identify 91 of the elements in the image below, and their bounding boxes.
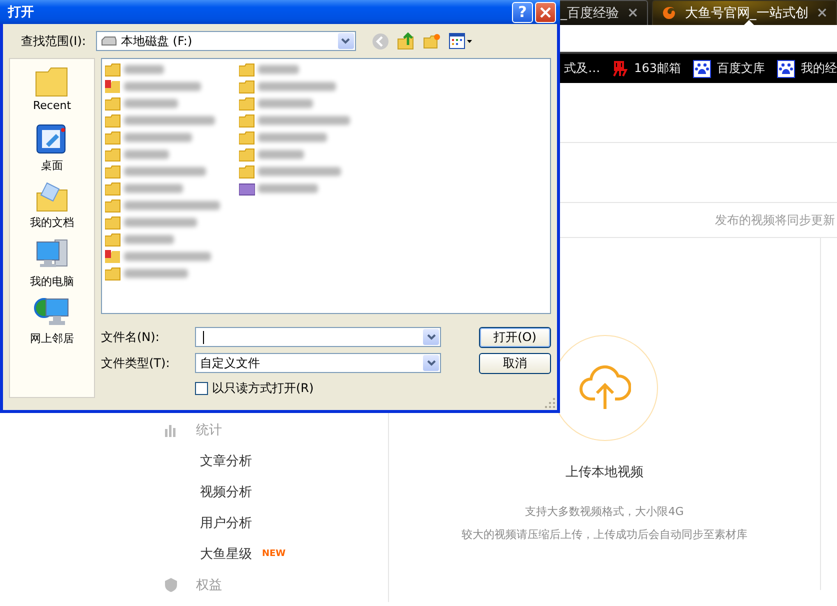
dialog-title: 打开 (8, 4, 35, 21)
sidebar-link[interactable]: 大鱼星级 (200, 544, 252, 562)
image-file-icon (105, 80, 121, 94)
back-icon[interactable] (372, 32, 389, 50)
folder-icon (105, 164, 121, 178)
resize-grip-icon[interactable] (545, 398, 555, 408)
tab-close-button[interactable]: × (627, 5, 639, 21)
dialog-button[interactable]: 打开(O) (479, 326, 551, 348)
desktop-icon (36, 124, 68, 156)
site-logo-icon (660, 5, 677, 21)
file-type-label: 文件类型(T): (101, 354, 171, 372)
help-button[interactable]: ? (512, 2, 533, 22)
bar-chart-icon (164, 422, 178, 436)
sidebar-link[interactable]: 文章分析 (200, 452, 252, 470)
blurred-file-name (258, 133, 327, 142)
blurred-file-name (124, 99, 178, 108)
new-tag: NEW (262, 548, 286, 558)
blurred-file-name (258, 150, 304, 159)
tab-title: 大鱼号官网_一站式创 (684, 5, 808, 22)
bookmark-link[interactable]: 式及… (564, 60, 600, 77)
folder-icon (105, 96, 121, 110)
mail-logo-icon (612, 60, 628, 78)
folder-icon (105, 266, 121, 280)
drive-icon (100, 36, 117, 46)
blurred-file-name (124, 133, 192, 142)
file-name-field[interactable] (195, 327, 441, 347)
blurred-file-name (124, 235, 174, 244)
folder-icon (105, 216, 121, 230)
section-heading: 统计 (196, 422, 222, 438)
folder-icon (239, 80, 255, 94)
look-in-label: 查找范围(I): (21, 32, 86, 50)
look-in-dropdown[interactable]: 本地磁盘 (F:) (96, 31, 356, 51)
media-file-icon (239, 182, 255, 196)
paw-logo-icon (777, 60, 795, 78)
folder-icon (105, 130, 121, 144)
bookmark-link[interactable]: 百度文库 (717, 60, 765, 77)
folder-icon (105, 232, 121, 246)
bookmark-link[interactable]: 163邮箱 (634, 60, 681, 77)
sidebar-link[interactable]: 视频分析 (200, 482, 252, 500)
tab-close-button[interactable]: × (816, 5, 828, 21)
folder-icon (105, 198, 121, 212)
places-bar-item[interactable]: 桌面 (36, 124, 68, 181)
blurred-file-name (124, 150, 169, 159)
file-name-label: 文件名(N): (101, 328, 160, 346)
readonly-label: 以只读方式打开(R) (212, 380, 314, 396)
places-bar-item[interactable]: Recent (32, 67, 72, 124)
folder-icon (239, 62, 255, 76)
documents-folder-icon (35, 181, 69, 213)
cloud-upload-icon (578, 365, 630, 411)
browser-tab[interactable]: 大鱼号官网_一站式创 × (652, 0, 837, 25)
blurred-file-name (124, 184, 183, 193)
places-bar-item[interactable]: 我的电脑 (30, 238, 74, 295)
image-file-icon (105, 250, 121, 264)
upload-hint: 支持大多数视频格式，大小限4G (525, 504, 684, 519)
file-type-dropdown[interactable]: 自定义文件 (195, 353, 441, 373)
sidebar-link[interactable]: 用户分析 (200, 514, 252, 532)
readonly-checkbox[interactable] (195, 382, 208, 394)
tab-title: _百度经验 (560, 5, 620, 22)
paw-logo-icon (693, 60, 711, 78)
blurred-file-name (258, 184, 318, 193)
new-folder-icon[interactable] (422, 33, 441, 49)
places-bar-item[interactable]: 网上邻居 (30, 295, 74, 352)
folder-icon (105, 182, 121, 196)
chevron-down-icon (426, 360, 436, 366)
blurred-file-name (258, 99, 313, 108)
folder-icon (239, 164, 255, 178)
bookmark-link[interactable]: 我的经 (801, 60, 837, 77)
folder-icon (239, 114, 255, 128)
folder-icon (105, 114, 121, 128)
view-menu-icon[interactable] (448, 33, 473, 49)
up-folder-icon[interactable] (396, 32, 415, 50)
shield-icon (164, 578, 178, 592)
blurred-file-name (258, 65, 299, 74)
close-icon (540, 6, 551, 18)
notice-text: 发布的视频将同步更新 (715, 212, 835, 228)
folder-icon (105, 148, 121, 162)
blurred-file-name (124, 269, 188, 278)
close-button[interactable] (535, 2, 556, 22)
chevron-down-icon (341, 38, 350, 44)
folder-icon (35, 67, 69, 97)
upload-title: 上传本地视频 (566, 464, 644, 481)
folder-icon (239, 96, 255, 110)
chevron-down-icon (426, 334, 436, 340)
dialog-button[interactable]: 取消 (479, 352, 551, 374)
folder-icon (239, 130, 255, 144)
blurred-file-name (124, 65, 164, 74)
folder-icon (105, 62, 121, 76)
upload-hint: 较大的视频请压缩后上传，上传成功后会自动同步至素材库 (462, 527, 748, 542)
folder-icon (239, 148, 255, 162)
section-heading: 权益 (196, 576, 222, 594)
places-bar-item[interactable]: 我的文档 (30, 181, 74, 238)
